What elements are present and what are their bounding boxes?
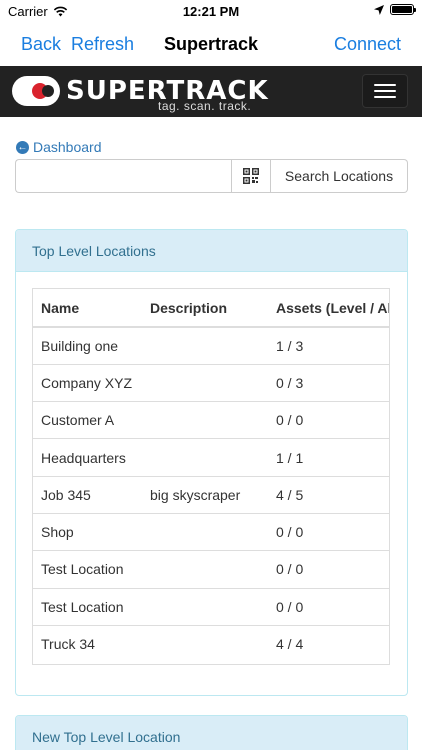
location-name-cell[interactable]: Building one (33, 326, 142, 365)
dashboard-link[interactable]: ← Dashboard (16, 139, 102, 155)
clock: 12:21 PM (182, 4, 240, 19)
location-description-cell (142, 512, 268, 551)
location-name-cell[interactable]: Customer A (33, 401, 142, 439)
location-description-cell (142, 363, 268, 402)
navigation-bar: Back Refresh Supertrack Connect (0, 22, 422, 66)
app-header: SUPERTRACK tag. scan. track. (0, 66, 422, 117)
search-row: Search Locations (15, 159, 408, 193)
table-row[interactable]: Customer A 0 / 0 (33, 401, 389, 439)
search-input[interactable] (15, 159, 231, 193)
status-right-group (374, 4, 416, 15)
panel-title: Top Level Locations (16, 230, 407, 272)
location-assets-cell: 4 / 4 (268, 624, 389, 663)
location-description-cell (142, 401, 268, 439)
location-assets-cell: 0 / 0 (268, 587, 389, 626)
column-header-description[interactable]: Description (142, 289, 268, 328)
location-assets-cell: 1 / 1 (268, 438, 389, 477)
location-description-cell: big skyscraper (142, 475, 268, 514)
location-assets-cell: 0 / 0 (268, 401, 389, 439)
refresh-button[interactable]: Refresh (71, 34, 134, 55)
location-name-cell[interactable]: Headquarters (33, 438, 142, 477)
new-top-level-location-panel: New Top Level Location (15, 715, 408, 750)
location-name-cell[interactable]: Shop (33, 512, 142, 551)
table-row[interactable]: Building one 1 / 3 (33, 326, 389, 365)
table-row[interactable]: Truck 34 4 / 4 (33, 624, 389, 663)
location-name-cell[interactable]: Test Location (33, 550, 142, 589)
table-row[interactable]: Test Location 0 / 0 (33, 587, 389, 626)
location-description-cell (142, 326, 268, 365)
location-assets-cell: 0 / 3 (268, 363, 389, 402)
location-description-cell (142, 624, 268, 663)
location-assets-cell: 4 / 5 (268, 475, 389, 514)
location-description-cell (142, 438, 268, 477)
search-locations-button[interactable]: Search Locations (271, 159, 408, 193)
location-name-cell[interactable]: Truck 34 (33, 624, 142, 663)
table-header-row: Name Description Assets (Level / All) (33, 289, 389, 328)
table-row[interactable]: Job 345 big skyscraper 4 / 5 (33, 475, 389, 514)
column-header-assets[interactable]: Assets (Level / All) (268, 289, 389, 328)
arrow-left-circle-icon: ← (16, 140, 29, 154)
status-bar: Carrier 12:21 PM (0, 0, 422, 22)
top-level-locations-panel: Top Level Locations Name Description Ass… (15, 229, 408, 696)
table-row[interactable]: Headquarters 1 / 1 (33, 438, 389, 477)
brand-tagline: tag. scan. track. (158, 99, 252, 113)
location-name-cell[interactable]: Test Location (33, 587, 142, 626)
hamburger-icon[interactable] (362, 74, 408, 108)
location-assets-cell: 1 / 3 (268, 326, 389, 365)
column-header-name[interactable]: Name (33, 289, 142, 328)
location-arrow-icon (374, 4, 384, 15)
location-assets-cell: 0 / 0 (268, 550, 389, 589)
battery-icon (390, 4, 416, 15)
table-row[interactable]: Company XYZ 0 / 3 (33, 363, 389, 402)
table-row[interactable]: Test Location 0 / 0 (33, 550, 389, 589)
location-description-cell (142, 550, 268, 589)
location-name-cell[interactable]: Company XYZ (33, 363, 142, 402)
location-description-cell (142, 587, 268, 626)
locations-table: Name Description Assets (Level / All) Bu… (33, 289, 389, 663)
back-button[interactable]: Back (21, 34, 61, 55)
logo-mark-icon (12, 76, 60, 106)
table-row[interactable]: Shop 0 / 0 (33, 512, 389, 551)
new-location-panel-title[interactable]: New Top Level Location (16, 716, 407, 750)
locations-table-scroll[interactable]: Name Description Assets (Level / All) Bu… (32, 288, 390, 665)
qr-code-icon (243, 168, 259, 184)
qr-scan-button[interactable] (231, 159, 271, 193)
location-name-cell[interactable]: Job 345 (33, 475, 142, 514)
connect-button[interactable]: Connect (334, 34, 401, 55)
location-assets-cell: 0 / 0 (268, 512, 389, 551)
dashboard-link-label: Dashboard (33, 139, 102, 155)
